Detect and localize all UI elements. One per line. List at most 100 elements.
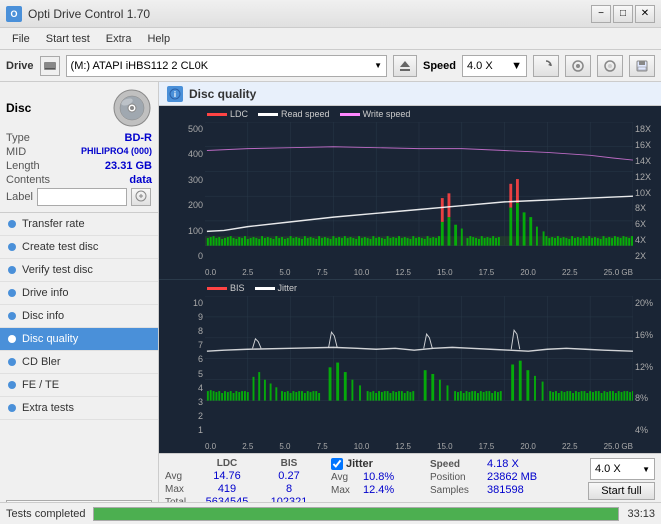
disc-label-label: Label xyxy=(6,191,33,203)
disc-image xyxy=(112,88,152,128)
status-time: 33:13 xyxy=(627,508,655,520)
nav-bullet xyxy=(8,381,16,389)
y-label-100: 100 xyxy=(161,226,203,236)
jitter-checkbox[interactable] xyxy=(331,458,343,470)
chart2-x-axis: 0.0 2.5 5.0 7.5 10.0 12.5 15.0 17.5 20.0… xyxy=(205,442,633,451)
y-label-300: 300 xyxy=(161,175,203,185)
nav-bullet xyxy=(8,243,16,251)
chart2-y-axis-right: 20% 16% 12% 8% 4% xyxy=(633,296,661,437)
nav-label: Create test disc xyxy=(22,241,98,253)
nav-extra-tests[interactable]: Extra tests xyxy=(0,397,158,420)
nav-drive-info[interactable]: Drive info xyxy=(0,282,158,305)
svg-text:i: i xyxy=(174,90,176,99)
bis-avg-value: 0.27 xyxy=(259,470,319,482)
toolbar-edit-button[interactable] xyxy=(597,55,623,77)
start-full-button[interactable]: Start full xyxy=(588,482,655,500)
nav-items: Transfer rate Create test disc Verify te… xyxy=(0,213,158,496)
writespeed-legend-label: Write speed xyxy=(363,109,411,119)
bis-legend-label: BIS xyxy=(230,283,245,293)
content-area: i Disc quality LDC xyxy=(159,82,661,524)
ldc-max-value: 419 xyxy=(197,483,257,495)
drive-label: Drive xyxy=(6,60,34,72)
progress-bar-inner xyxy=(94,508,618,520)
eject-button[interactable] xyxy=(393,55,417,77)
drive-select[interactable]: (M:) ATAPI iHBS112 2 CL0K ▼ xyxy=(66,55,387,77)
position-value: 23862 MB xyxy=(487,471,552,483)
mid-value: PHILIPRO4 (000) xyxy=(81,146,152,158)
nav-label: Transfer rate xyxy=(22,218,85,230)
disc-label-set-button[interactable] xyxy=(131,188,151,206)
stats-grid: LDC BIS Avg 14.76 0.27 Max 419 8 Total 5… xyxy=(165,458,319,508)
quality-header: i Disc quality xyxy=(159,82,661,106)
nav-transfer-rate[interactable]: Transfer rate xyxy=(0,213,158,236)
nav-bullet xyxy=(8,358,16,366)
nav-fe-te[interactable]: FE / TE xyxy=(0,374,158,397)
writespeed-legend-color xyxy=(340,113,360,116)
ldc-avg-value: 14.76 xyxy=(197,470,257,482)
close-button[interactable]: ✕ xyxy=(635,5,655,23)
toolbar-refresh-button[interactable] xyxy=(533,55,559,77)
jitter-section: Jitter Avg 10.8% Max 12.4% xyxy=(331,458,418,496)
menu-extra[interactable]: Extra xyxy=(98,31,140,47)
nav-bullet xyxy=(8,266,16,274)
quality-icon: i xyxy=(167,86,183,102)
samples-label: Samples xyxy=(430,485,485,496)
ldc-legend-label: LDC xyxy=(230,109,248,119)
nav-verify-test-disc[interactable]: Verify test disc xyxy=(0,259,158,282)
disc-label-input[interactable] xyxy=(37,188,127,206)
drive-icon xyxy=(40,56,60,76)
jitter-legend-color xyxy=(255,287,275,290)
nav-disc-info[interactable]: Disc info xyxy=(0,305,158,328)
minimize-button[interactable]: − xyxy=(591,5,611,23)
nav-cd-bler[interactable]: CD Bler xyxy=(0,351,158,374)
toolbar-disc-button[interactable] xyxy=(565,55,591,77)
chart2-legend: BIS Jitter xyxy=(207,283,297,293)
menu-file[interactable]: File xyxy=(4,31,38,47)
nav-bullet xyxy=(8,220,16,228)
speed-dropdown[interactable]: 4.0 X ▼ xyxy=(590,458,655,480)
nav-label: FE / TE xyxy=(22,379,59,391)
jitter-max-value: 12.4% xyxy=(363,484,418,496)
speed-dropdown-arrow: ▼ xyxy=(642,465,650,474)
menu-start-test[interactable]: Start test xyxy=(38,31,98,47)
nav-label: Verify test disc xyxy=(22,264,93,276)
chart1-y-axis-right: 18X 16X 14X 12X 10X 8X 6X 4X 2X xyxy=(633,122,661,263)
y-label-200: 200 xyxy=(161,200,203,210)
bis-legend-color xyxy=(207,287,227,290)
chart2-y-axis-left: 10 9 8 7 6 5 4 3 2 1 xyxy=(159,296,205,437)
quality-title: Disc quality xyxy=(189,87,256,101)
nav-create-test-disc[interactable]: Create test disc xyxy=(0,236,158,259)
progress-bar-outer xyxy=(93,507,619,521)
sidebar: Disc Type BD-R xyxy=(0,82,159,524)
bis-max-value: 8 xyxy=(259,483,319,495)
jitter-avg-value: 10.8% xyxy=(363,471,418,483)
nav-bullet xyxy=(8,312,16,320)
chart1-x-axis: 0.0 2.5 5.0 7.5 10.0 12.5 15.0 17.5 20.0… xyxy=(205,268,633,277)
type-value: BD-R xyxy=(125,132,153,144)
nav-label: Disc info xyxy=(22,310,64,322)
speed-stat-value: 4.18 X xyxy=(487,458,552,470)
menu-help[interactable]: Help xyxy=(139,31,178,47)
type-label: Type xyxy=(6,132,30,144)
title-bar: O Opti Drive Control 1.70 − □ ✕ xyxy=(0,0,661,28)
chart1-y-axis-left: 500 400 300 200 100 0 xyxy=(159,122,205,263)
nav-bullet xyxy=(8,404,16,412)
nav-label: Extra tests xyxy=(22,402,74,414)
app-icon: O xyxy=(6,6,22,22)
speed-stat-header: Speed xyxy=(430,459,485,470)
jitter-label: Jitter xyxy=(346,458,373,470)
nav-bullet xyxy=(8,289,16,297)
speed-arrow: ▼ xyxy=(511,60,522,72)
disc-panel: Disc Type BD-R xyxy=(0,82,158,213)
status-text: Tests completed xyxy=(6,508,85,520)
nav-disc-quality[interactable]: Disc quality xyxy=(0,328,158,351)
speed-select[interactable]: 4.0 X ▼ xyxy=(462,55,527,77)
maximize-button[interactable]: □ xyxy=(613,5,633,23)
chart2-container: BIS Jitter 10 9 8 7 6 xyxy=(159,280,661,453)
chart1-container: LDC Read speed Write speed xyxy=(159,106,661,280)
ldc-col-header: LDC xyxy=(197,458,257,469)
ldc-legend-color xyxy=(207,113,227,116)
length-value: 23.31 GB xyxy=(105,160,152,172)
y-label-0: 0 xyxy=(161,251,203,261)
toolbar-save-button[interactable] xyxy=(629,55,655,77)
